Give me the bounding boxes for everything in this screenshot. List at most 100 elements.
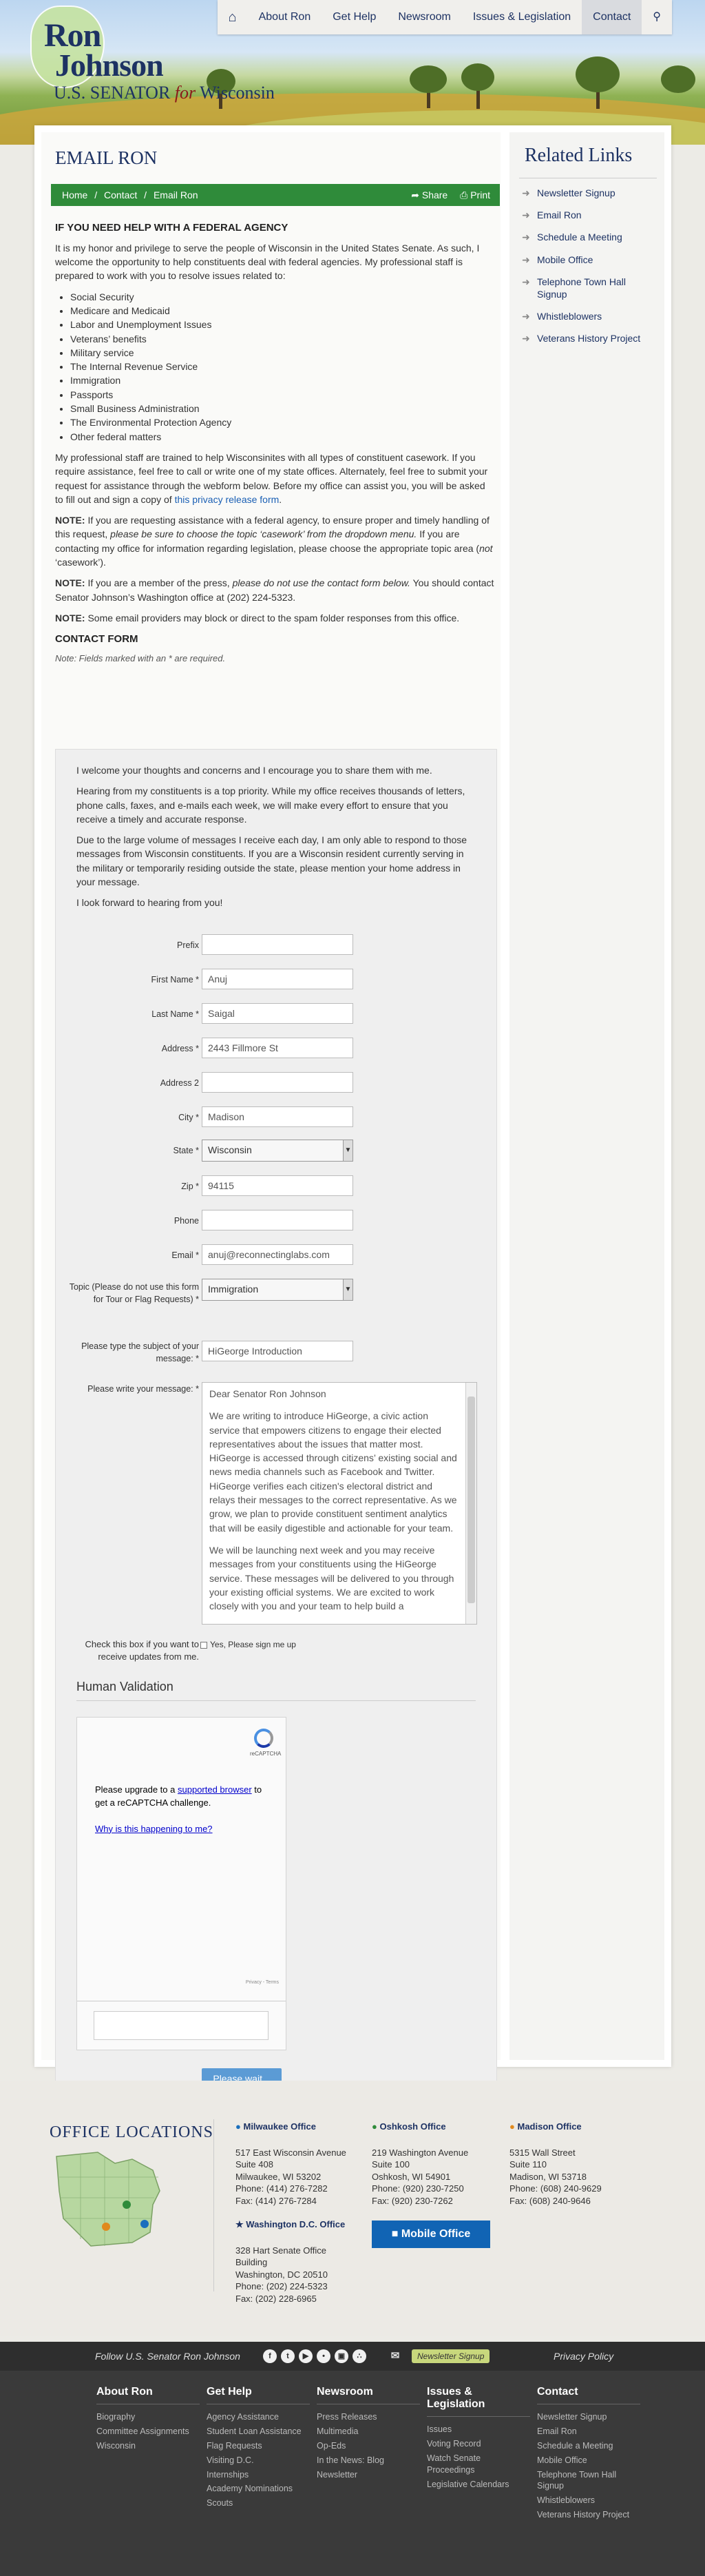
email-label: Email * xyxy=(171,1250,199,1260)
breadcrumb-separator: / xyxy=(144,189,147,200)
breadcrumb-contact[interactable]: Contact xyxy=(104,189,137,200)
footer-link[interactable]: Voting Record xyxy=(427,2438,530,2450)
footer-link[interactable]: Newsletter Signup xyxy=(537,2411,640,2423)
updates-checkbox[interactable]: Yes, Please sign me up xyxy=(200,1640,296,1649)
footer-link[interactable]: Flag Requests xyxy=(207,2440,310,2452)
oshkosh-pin[interactable] xyxy=(123,2201,131,2209)
sidebar-link-schedule-meeting[interactable]: Schedule a Meeting xyxy=(520,226,658,248)
checkbox-box[interactable] xyxy=(200,1641,207,1649)
email-icon[interactable]: ✉ xyxy=(388,2349,402,2363)
share-icon[interactable]: ➦ xyxy=(411,189,419,200)
footer-link[interactable]: Press Releases xyxy=(317,2411,420,2423)
share-link[interactable]: Share xyxy=(422,189,448,200)
address-field[interactable] xyxy=(202,1038,353,1058)
print-link[interactable]: Print xyxy=(470,189,490,200)
scrollbar-thumb[interactable] xyxy=(467,1397,475,1603)
milwaukee-pin[interactable] xyxy=(140,2220,149,2228)
city-field[interactable] xyxy=(202,1106,353,1127)
sidebar-link-newsletter[interactable]: Newsletter Signup xyxy=(520,182,658,204)
nav-contact[interactable]: Contact xyxy=(582,0,642,34)
sidebar-link-veterans-history[interactable]: Veterans History Project xyxy=(520,327,658,349)
sidebar-link-town-hall[interactable]: Telephone Town Hall Signup xyxy=(520,271,658,305)
twitter-icon[interactable]: t xyxy=(281,2349,295,2363)
footer-link[interactable]: Agency Assistance xyxy=(207,2411,310,2423)
instagram-icon[interactable]: ▣ xyxy=(335,2349,348,2363)
subject-field[interactable] xyxy=(202,1341,353,1361)
breadcrumb-home[interactable]: Home xyxy=(62,189,87,200)
supported-browser-link[interactable]: supported browser xyxy=(178,1784,252,1795)
privacy-release-link[interactable]: this privacy release form xyxy=(175,494,280,505)
offices-title: OFFICE LOCATIONS xyxy=(50,2123,214,2141)
phone-field[interactable] xyxy=(202,1210,353,1230)
sidebar-link-whistleblowers[interactable]: Whistleblowers xyxy=(520,305,658,327)
footer-heading[interactable]: Newsroom xyxy=(317,2386,420,2404)
address2-field[interactable] xyxy=(202,1072,353,1093)
prefix-field[interactable] xyxy=(202,934,353,955)
footer-link[interactable]: Wisconsin xyxy=(96,2440,200,2452)
sidebar-link-mobile-office[interactable]: Mobile Office xyxy=(520,249,658,271)
footer-link[interactable]: Watch Senate Proceedings xyxy=(427,2453,530,2476)
flickr-icon[interactable]: • xyxy=(317,2349,330,2363)
message-scrollbar[interactable] xyxy=(465,1383,476,1624)
topic-select[interactable]: Immigration ▼ xyxy=(202,1279,353,1301)
footer-link[interactable]: In the News: Blog xyxy=(317,2455,420,2466)
footer-link[interactable]: Biography xyxy=(96,2411,200,2423)
nav-issues-legislation[interactable]: Issues & Legislation xyxy=(462,0,582,34)
newsletter-signup-button[interactable]: Newsletter Signup xyxy=(412,2349,490,2363)
search-icon[interactable]: ⚲ xyxy=(642,0,672,34)
footer-link[interactable]: Veterans History Project xyxy=(537,2509,640,2521)
logo-tagline[interactable]: U.S. SENATOR for Wisconsin xyxy=(54,83,275,103)
state-select[interactable]: Wisconsin ▼ xyxy=(202,1140,353,1162)
footer-link[interactable]: Whistleblowers xyxy=(537,2495,640,2506)
why-link[interactable]: Why is this happening to me? xyxy=(95,1824,213,1834)
email-field[interactable] xyxy=(202,1244,353,1265)
footer-link[interactable]: Email Ron xyxy=(537,2426,640,2438)
mobile-office-button[interactable]: ■ Mobile Office xyxy=(372,2220,490,2248)
footer-link[interactable]: Student Loan Assistance xyxy=(207,2426,310,2438)
nav-newsroom[interactable]: Newsroom xyxy=(387,0,461,34)
print-icon[interactable]: ⎙ xyxy=(460,189,467,200)
footer-link[interactable]: Telephone Town Hall Signup xyxy=(537,2469,640,2493)
message-textarea[interactable]: Dear Senator Ron Johnson We are writing … xyxy=(202,1382,477,1625)
footer-link[interactable]: Internships xyxy=(207,2469,310,2481)
footer-link[interactable]: Academy Nominations xyxy=(207,2483,310,2495)
footer-heading[interactable]: Issues & Legislation xyxy=(427,2386,530,2417)
footer-link[interactable]: Op-Eds xyxy=(317,2440,420,2452)
footer-link[interactable]: Visiting D.C. xyxy=(207,2455,310,2466)
footer-heading[interactable]: Get Help xyxy=(207,2386,310,2404)
footer-heading[interactable]: Contact xyxy=(537,2386,640,2404)
section-heading: IF YOU NEED HELP WITH A FEDERAL AGENCY xyxy=(55,222,288,234)
office-line: Suite 408 xyxy=(235,2159,273,2170)
updates-option-label[interactable]: Yes, Please sign me up xyxy=(210,1640,296,1649)
footer-link[interactable]: Legislative Calendars xyxy=(427,2479,530,2491)
sidebar-link-email-ron[interactable]: Email Ron xyxy=(520,204,658,226)
logo-last-name[interactable]: Johnson xyxy=(55,50,164,81)
youtube-icon[interactable]: ▶ xyxy=(299,2349,313,2363)
office-line: Fax: (414) 276-7284 xyxy=(235,2195,317,2206)
address2-label: Address 2 xyxy=(160,1078,199,1088)
home-icon[interactable]: ⌂ xyxy=(218,0,248,34)
footer-heading[interactable]: About Ron xyxy=(96,2386,200,2404)
footer-link[interactable]: Issues xyxy=(427,2424,530,2435)
footer-link[interactable]: Schedule a Meeting xyxy=(537,2440,640,2452)
zip-field[interactable] xyxy=(202,1175,353,1196)
first-name-field[interactable] xyxy=(202,969,353,989)
footer-link[interactable]: Scouts xyxy=(207,2497,310,2509)
last-name-field[interactable] xyxy=(202,1003,353,1024)
facebook-icon[interactable]: f xyxy=(263,2349,277,2363)
privacy-policy-link[interactable]: Privacy Policy xyxy=(554,2351,613,2362)
madison-pin[interactable] xyxy=(102,2223,110,2231)
address2-row: Address 2 xyxy=(56,1072,498,1093)
chevron-down-icon: ▼ xyxy=(343,1279,352,1300)
map-pin-icon: ● xyxy=(235,2121,241,2132)
rss-icon[interactable]: ∴ xyxy=(352,2349,366,2363)
recaptcha-terms[interactable]: Privacy - Terms xyxy=(246,1980,279,1985)
footer-link[interactable]: Newsletter xyxy=(317,2469,420,2481)
nav-get-help[interactable]: Get Help xyxy=(322,0,387,34)
address-label: Address * xyxy=(161,1044,199,1053)
nav-about-ron[interactable]: About Ron xyxy=(248,0,322,34)
footer-link[interactable]: Multimedia xyxy=(317,2426,420,2438)
footer-link[interactable]: Mobile Office xyxy=(537,2455,640,2466)
recaptcha-response-input[interactable] xyxy=(94,2011,269,2040)
footer-link[interactable]: Committee Assignments xyxy=(96,2426,200,2438)
